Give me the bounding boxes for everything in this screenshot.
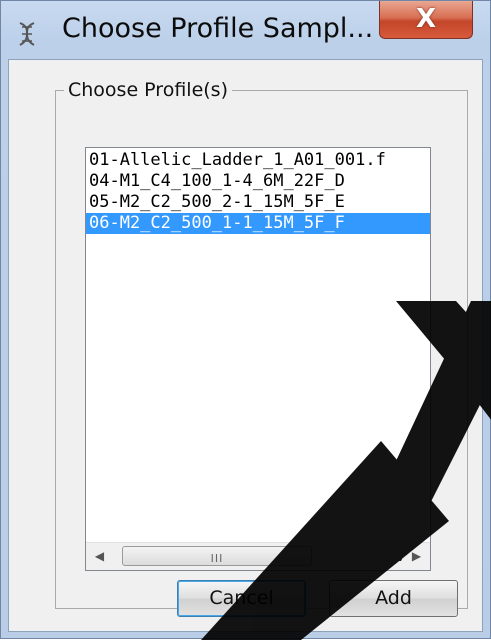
cancel-button[interactable]: Cancel [177,580,306,617]
title-bar[interactable]: Choose Profile Sampl... X [1,1,491,59]
dna-helix-icon [19,22,35,46]
scroll-right-icon[interactable]: ▶ [403,543,430,570]
dialog-body: Choose Profile(s) 01-Allelic_Ladder_1_A0… [8,59,483,632]
profile-list[interactable]: 01-Allelic_Ladder_1_A01_001.f 04-M1_C4_10… [85,147,431,571]
profile-list-item[interactable]: 04-M1_C4_100_1-4_6M_22F_D [86,171,430,192]
choose-profiles-group: Choose Profile(s) 01-Allelic_Ladder_1_A0… [55,79,468,609]
add-button[interactable]: Add [329,580,458,617]
close-button[interactable]: X [379,1,473,39]
profile-list-item[interactable]: 01-Allelic_Ladder_1_A01_001.f [86,150,430,171]
profile-list-item[interactable]: 05-M2_C2_500_2-1_15M_5F_E [86,192,430,213]
scroll-thumb[interactable]: III [122,546,312,566]
group-label: Choose Profile(s) [64,79,232,101]
horizontal-scrollbar[interactable]: ◀ III ▶ [86,542,430,570]
grip-icon: III [210,552,224,565]
scroll-left-icon[interactable]: ◀ [86,543,113,570]
window-title: Choose Profile Sampl... [62,13,374,44]
profile-list-item[interactable]: 06-M2_C2_500_1-1_15M_5F_F [86,213,430,234]
choose-profile-dialog: Choose Profile Sampl... X Choose Profile… [0,0,491,640]
close-icon: X [415,4,437,34]
